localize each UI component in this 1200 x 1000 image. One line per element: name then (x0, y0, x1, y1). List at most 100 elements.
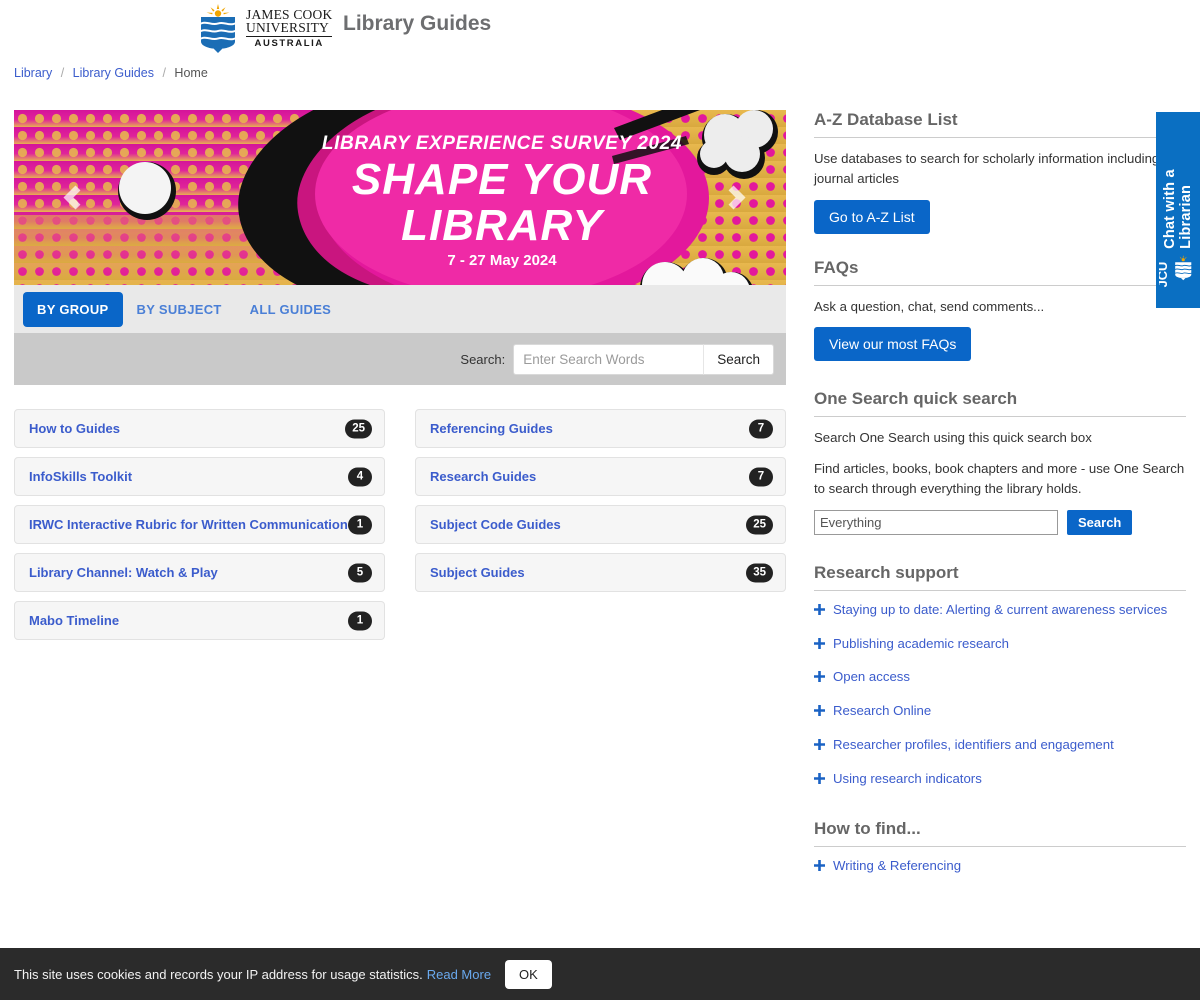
az-heading: A-Z Database List (814, 110, 1186, 138)
guide-title: InfoSkills Toolkit (29, 469, 132, 484)
guide-title: Library Channel: Watch & Play (29, 565, 218, 580)
list-item[interactable]: Mabo Timeline 1 (14, 601, 385, 640)
guide-count-badge: 1 (348, 515, 372, 534)
chat-with-librarian-tab[interactable]: JCU Chat with a Librarian (1156, 112, 1200, 308)
guide-group-grid: How to Guides 25 InfoSkills Toolkit 4 IR… (14, 409, 786, 640)
plus-icon (814, 671, 825, 682)
guide-count-badge: 1 (348, 611, 372, 630)
list-item[interactable]: Library Channel: Watch & Play 5 (14, 553, 385, 592)
plus-icon (814, 860, 825, 871)
link-label: Research Online (833, 703, 931, 719)
cookie-message: This site uses cookies and records your … (14, 967, 423, 982)
jcu-logo[interactable]: JAMES COOK UNIVERSITY AUSTRALIA (196, 3, 332, 53)
one-search-box: One Search quick search Search One Searc… (814, 389, 1186, 534)
guide-title: Referencing Guides (430, 421, 553, 436)
breadcrumb-separator: / (162, 66, 165, 80)
tab-all-guides[interactable]: All Guides (236, 292, 346, 327)
guide-search-label: Search: (460, 352, 505, 367)
plus-icon (814, 604, 825, 615)
guide-search-button[interactable]: Search (703, 344, 774, 375)
go-to-az-list-button[interactable]: Go to A-Z List (814, 200, 930, 234)
az-description: Use databases to search for scholarly in… (814, 149, 1186, 190)
link-label: Open access (833, 669, 910, 685)
carousel-prev-button[interactable] (62, 178, 88, 218)
list-item[interactable]: Research Guides 7 (415, 457, 786, 496)
research-support-links: Staying up to date: Alerting & current a… (814, 602, 1186, 787)
right-sidebar: A-Z Database List Use databases to searc… (814, 110, 1186, 892)
how-to-find-box: How to find... Writing & Referencing (814, 819, 1186, 874)
breadcrumb-item-library-guides[interactable]: Library Guides (73, 66, 154, 80)
link-label: Using research indicators (833, 771, 982, 787)
list-item[interactable]: Staying up to date: Alerting & current a… (814, 602, 1186, 618)
jcu-logo-text: JAMES COOK UNIVERSITY AUSTRALIA (246, 8, 332, 49)
tab-by-subject[interactable]: By Subject (123, 292, 236, 327)
cookie-read-more-link[interactable]: Read More (427, 967, 491, 982)
guide-column-left: How to Guides 25 InfoSkills Toolkit 4 IR… (14, 409, 385, 640)
one-search-p2: Find articles, books, book chapters and … (814, 459, 1186, 500)
list-item[interactable]: Open access (814, 669, 1186, 685)
chat-tab-label: Chat with a Librarian (1162, 112, 1194, 249)
plus-icon (814, 739, 825, 750)
plus-icon (814, 638, 825, 649)
guide-title: Mabo Timeline (29, 613, 119, 628)
one-search-input[interactable] (814, 510, 1058, 535)
breadcrumb-item-library[interactable]: Library (14, 66, 52, 80)
research-support-box: Research support Staying up to date: Ale… (814, 563, 1186, 787)
guide-search-input[interactable] (513, 344, 703, 375)
logo-line-1: JAMES COOK (246, 8, 332, 22)
guide-count-badge: 5 (348, 563, 372, 582)
guide-count-badge: 25 (746, 515, 773, 534)
svg-text:LIBRARY: LIBRARY (401, 201, 605, 250)
list-item[interactable]: Subject Guides 35 (415, 553, 786, 592)
list-item[interactable]: Writing & Referencing (814, 858, 1186, 874)
one-search-p1: Search One Search using this quick searc… (814, 428, 1186, 448)
cookie-consent-bar: This site uses cookies and records your … (0, 948, 1200, 1000)
link-label: Staying up to date: Alerting & current a… (833, 602, 1167, 618)
page-title: Library Guides (343, 12, 491, 36)
svg-text:LIBRARY EXPERIENCE SURVEY 2024: LIBRARY EXPERIENCE SURVEY 2024 (322, 133, 682, 154)
breadcrumb-item-home: Home (174, 66, 207, 80)
faqs-heading: FAQs (814, 258, 1186, 286)
guide-count-badge: 35 (746, 563, 773, 582)
link-label: Researcher profiles, identifiers and eng… (833, 737, 1114, 753)
list-item[interactable]: Using research indicators (814, 771, 1186, 787)
list-item[interactable]: IRWC Interactive Rubric for Written Comm… (14, 505, 385, 544)
guide-search-group: Search (513, 344, 774, 375)
site-header: JAMES COOK UNIVERSITY AUSTRALIA Library … (0, 0, 1200, 58)
carousel-next-button[interactable] (720, 178, 746, 218)
plus-icon (814, 705, 825, 716)
main-column: LIBRARY EXPERIENCE SURVEY 2024 SHAPE YOU… (14, 110, 786, 640)
guide-title: IRWC Interactive Rubric for Written Comm… (29, 517, 348, 532)
svg-text:SHAPE YOUR: SHAPE YOUR (352, 155, 652, 204)
one-search-button[interactable]: Search (1067, 510, 1132, 535)
svg-text:7 - 27 May 2024: 7 - 27 May 2024 (447, 252, 557, 269)
faqs-description: Ask a question, chat, send comments... (814, 297, 1186, 317)
view-faqs-button[interactable]: View our most FAQs (814, 327, 971, 361)
guide-browse-tabs: By Group By Subject All Guides (14, 285, 786, 333)
guide-column-right: Referencing Guides 7 Research Guides 7 S… (415, 409, 786, 640)
faqs-box: FAQs Ask a question, chat, send comments… (814, 258, 1186, 361)
chevron-left-icon (63, 185, 87, 209)
list-item[interactable]: Publishing academic research (814, 636, 1186, 652)
one-search-form: Search (814, 510, 1186, 535)
list-item[interactable]: Referencing Guides 7 (415, 409, 786, 448)
tab-by-group[interactable]: By Group (23, 292, 123, 327)
az-database-box: A-Z Database List Use databases to searc… (814, 110, 1186, 234)
list-item[interactable]: How to Guides 25 (14, 409, 385, 448)
promo-banner-carousel[interactable]: LIBRARY EXPERIENCE SURVEY 2024 SHAPE YOU… (14, 110, 786, 285)
link-label: Writing & Referencing (833, 858, 961, 874)
cookie-ok-button[interactable]: OK (505, 960, 552, 989)
list-item[interactable]: Researcher profiles, identifiers and eng… (814, 737, 1186, 753)
guide-title: Subject Guides (430, 565, 525, 580)
list-item[interactable]: InfoSkills Toolkit 4 (14, 457, 385, 496)
guide-title: Research Guides (430, 469, 536, 484)
page-root: JAMES COOK UNIVERSITY AUSTRALIA Library … (0, 0, 1200, 1000)
breadcrumb-separator: / (61, 66, 64, 80)
list-item[interactable]: Subject Code Guides 25 (415, 505, 786, 544)
chevron-right-icon (721, 185, 745, 209)
guide-count-badge: 7 (749, 467, 773, 486)
list-item[interactable]: Research Online (814, 703, 1186, 719)
how-to-find-links: Writing & Referencing (814, 858, 1186, 874)
guide-count-badge: 4 (348, 467, 372, 486)
plus-icon (814, 773, 825, 784)
